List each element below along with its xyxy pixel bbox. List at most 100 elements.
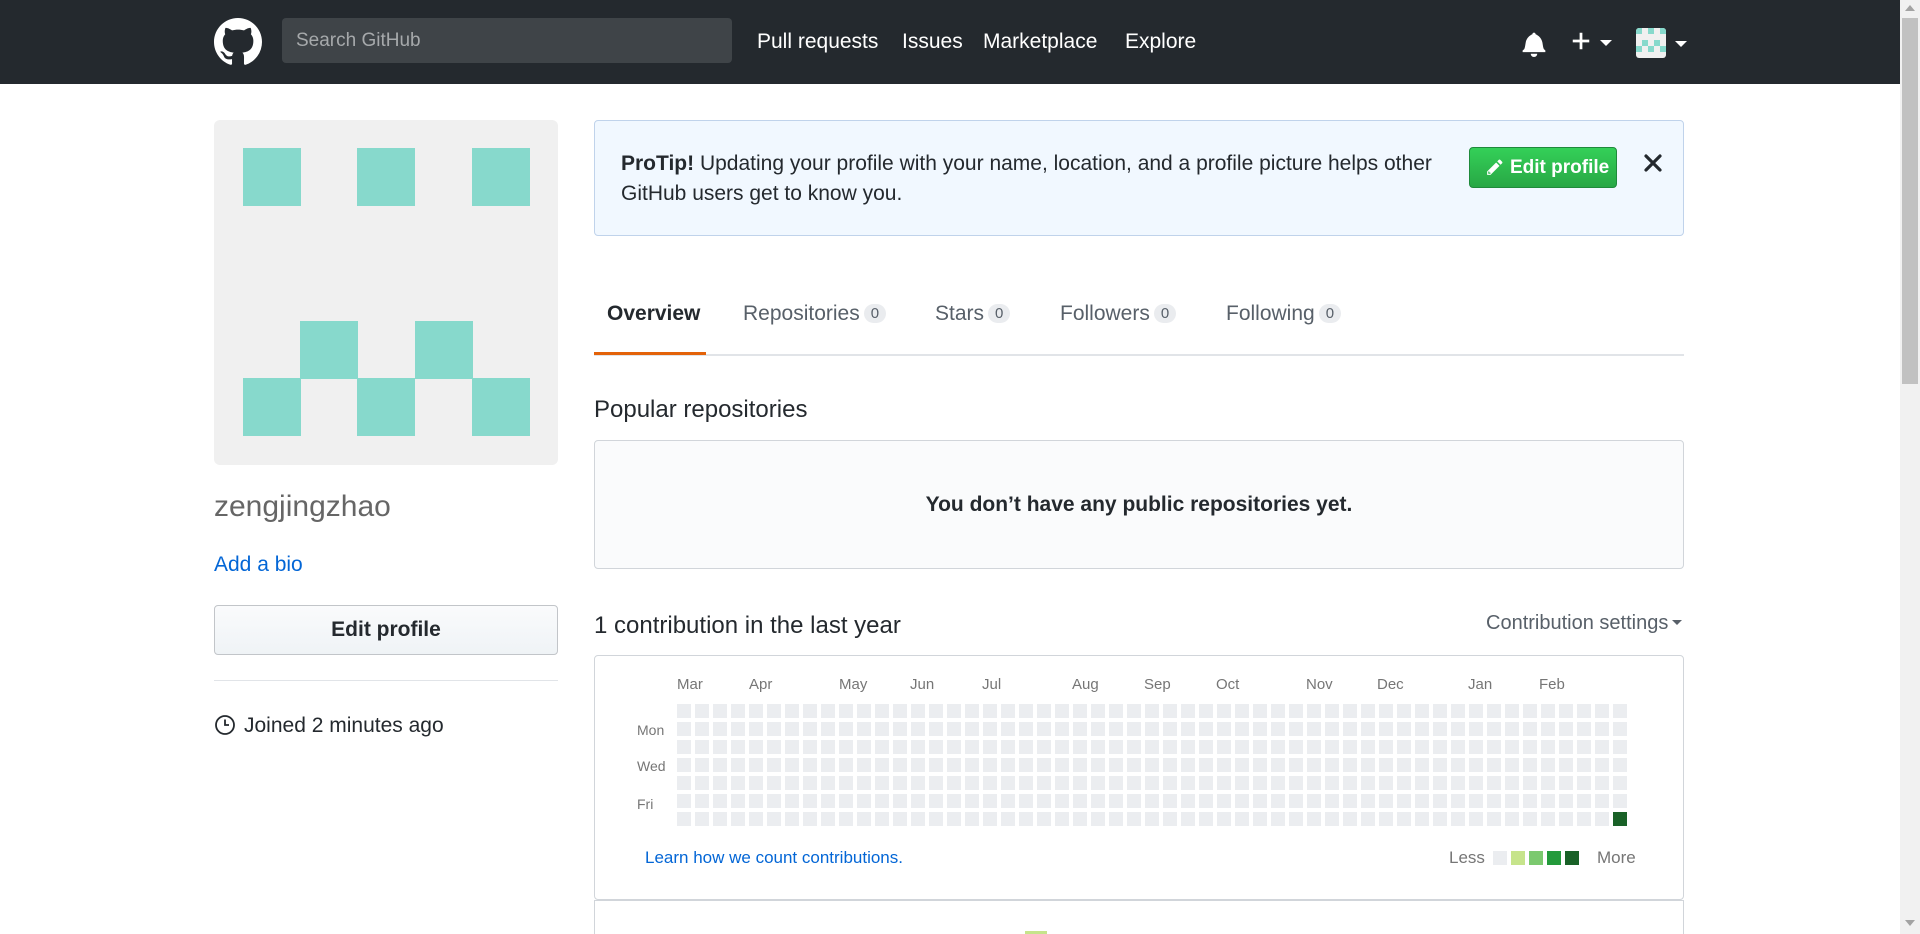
contribution-day-cell[interactable] — [965, 812, 979, 826]
contribution-day-cell[interactable] — [1091, 812, 1105, 826]
contribution-day-cell[interactable] — [1469, 704, 1483, 718]
contribution-day-cell[interactable] — [1343, 776, 1357, 790]
contribution-day-cell[interactable] — [1127, 812, 1141, 826]
contribution-day-cell[interactable] — [1145, 704, 1159, 718]
contribution-day-cell[interactable] — [1091, 776, 1105, 790]
contribution-day-cell[interactable] — [1451, 794, 1465, 808]
contribution-day-cell[interactable] — [1037, 722, 1051, 736]
contribution-day-cell[interactable] — [803, 722, 817, 736]
contribution-day-cell[interactable] — [1271, 704, 1285, 718]
contribution-day-cell[interactable] — [767, 722, 781, 736]
contribution-day-cell[interactable] — [1127, 776, 1141, 790]
contribution-day-cell[interactable] — [1127, 758, 1141, 772]
contribution-day-cell[interactable] — [1559, 794, 1573, 808]
contribution-day-cell[interactable] — [1217, 722, 1231, 736]
contribution-day-cell[interactable] — [893, 722, 907, 736]
contribution-day-cell[interactable] — [1253, 704, 1267, 718]
contribution-day-cell[interactable] — [695, 704, 709, 718]
contribution-day-cell[interactable] — [1487, 704, 1501, 718]
contribution-day-cell[interactable] — [1145, 794, 1159, 808]
contribution-day-cell[interactable] — [1091, 794, 1105, 808]
contribution-day-cell[interactable] — [1127, 704, 1141, 718]
contribution-day-cell[interactable] — [1181, 758, 1195, 772]
contribution-day-cell[interactable] — [1595, 776, 1609, 790]
close-icon[interactable] — [1641, 151, 1665, 175]
contribution-day-cell[interactable] — [893, 704, 907, 718]
contribution-day-cell[interactable] — [1505, 776, 1519, 790]
contribution-day-cell[interactable] — [1145, 740, 1159, 754]
contribution-day-cell[interactable] — [1343, 704, 1357, 718]
contribution-day-cell[interactable] — [965, 758, 979, 772]
contribution-day-cell[interactable] — [983, 758, 997, 772]
contribution-day-cell[interactable] — [1019, 740, 1033, 754]
contribution-day-cell[interactable] — [1289, 722, 1303, 736]
github-octocat-icon[interactable] — [214, 18, 262, 66]
contribution-day-cell[interactable] — [731, 758, 745, 772]
contribution-day-cell[interactable] — [1343, 722, 1357, 736]
create-new-menu[interactable] — [1570, 30, 1612, 56]
contribution-day-cell[interactable] — [1019, 812, 1033, 826]
contribution-day-cell[interactable] — [839, 704, 853, 718]
contribution-day-cell[interactable] — [1505, 722, 1519, 736]
contribution-day-cell[interactable] — [929, 794, 943, 808]
contribution-day-cell[interactable] — [1019, 794, 1033, 808]
contribution-day-cell[interactable] — [1055, 812, 1069, 826]
contribution-day-cell[interactable] — [1595, 704, 1609, 718]
contribution-day-cell[interactable] — [1307, 722, 1321, 736]
contribution-day-cell[interactable] — [821, 740, 835, 754]
contribution-day-cell[interactable] — [677, 758, 691, 772]
contribution-day-cell[interactable] — [839, 812, 853, 826]
contribution-day-cell[interactable] — [1541, 794, 1555, 808]
contribution-day-cell[interactable] — [731, 722, 745, 736]
contribution-day-cell[interactable] — [1433, 722, 1447, 736]
contribution-day-cell[interactable] — [1433, 812, 1447, 826]
contribution-day-cell[interactable] — [1091, 740, 1105, 754]
contribution-day-cell[interactable] — [1397, 740, 1411, 754]
contribution-day-cell[interactable] — [1577, 740, 1591, 754]
contribution-day-cell[interactable] — [839, 722, 853, 736]
contribution-day-cell[interactable] — [785, 758, 799, 772]
contribution-day-cell[interactable] — [1073, 758, 1087, 772]
tab-following[interactable]: Following 0 — [1226, 302, 1342, 326]
contribution-day-cell[interactable] — [875, 704, 889, 718]
contribution-day-cell[interactable] — [1253, 758, 1267, 772]
contribution-day-cell[interactable] — [1109, 812, 1123, 826]
contribution-day-cell[interactable] — [857, 812, 871, 826]
contribution-day-cell[interactable] — [713, 812, 727, 826]
contribution-day-cell[interactable] — [767, 704, 781, 718]
contribution-day-cell[interactable] — [1415, 794, 1429, 808]
contribution-day-cell[interactable] — [1415, 758, 1429, 772]
contribution-day-cell[interactable] — [1595, 812, 1609, 826]
contribution-day-cell[interactable] — [1235, 776, 1249, 790]
contribution-day-cell[interactable] — [695, 722, 709, 736]
contribution-day-cell[interactable] — [929, 776, 943, 790]
contribution-day-cell[interactable] — [1487, 794, 1501, 808]
contribution-day-cell[interactable] — [1505, 740, 1519, 754]
contribution-day-cell[interactable] — [1217, 776, 1231, 790]
contribution-day-cell[interactable] — [821, 794, 835, 808]
contribution-day-cell[interactable] — [1235, 812, 1249, 826]
contribution-day-cell[interactable] — [1469, 758, 1483, 772]
contribution-day-cell[interactable] — [857, 794, 871, 808]
contribution-day-cell[interactable] — [1541, 722, 1555, 736]
contribution-day-cell[interactable] — [1361, 776, 1375, 790]
contribution-day-cell[interactable] — [1127, 794, 1141, 808]
contribution-day-cell[interactable] — [1253, 740, 1267, 754]
contribution-day-cell[interactable] — [911, 722, 925, 736]
contribution-day-cell[interactable] — [1559, 740, 1573, 754]
contribution-day-cell[interactable] — [695, 812, 709, 826]
contribution-day-cell[interactable] — [1487, 812, 1501, 826]
contribution-day-cell[interactable] — [1451, 812, 1465, 826]
contribution-settings-dropdown[interactable]: Contribution settings — [1486, 612, 1683, 635]
contribution-day-cell[interactable] — [1145, 722, 1159, 736]
contribution-day-cell[interactable] — [1379, 722, 1393, 736]
contribution-day-cell[interactable] — [713, 704, 727, 718]
contribution-day-cell[interactable] — [803, 794, 817, 808]
contribution-day-cell[interactable] — [1415, 722, 1429, 736]
contribution-day-cell[interactable] — [875, 722, 889, 736]
contribution-day-cell[interactable] — [1037, 740, 1051, 754]
contribution-day-cell[interactable] — [1055, 740, 1069, 754]
contribution-day-cell[interactable] — [1559, 812, 1573, 826]
contribution-day-cell[interactable] — [1037, 776, 1051, 790]
contribution-day-cell[interactable] — [677, 794, 691, 808]
